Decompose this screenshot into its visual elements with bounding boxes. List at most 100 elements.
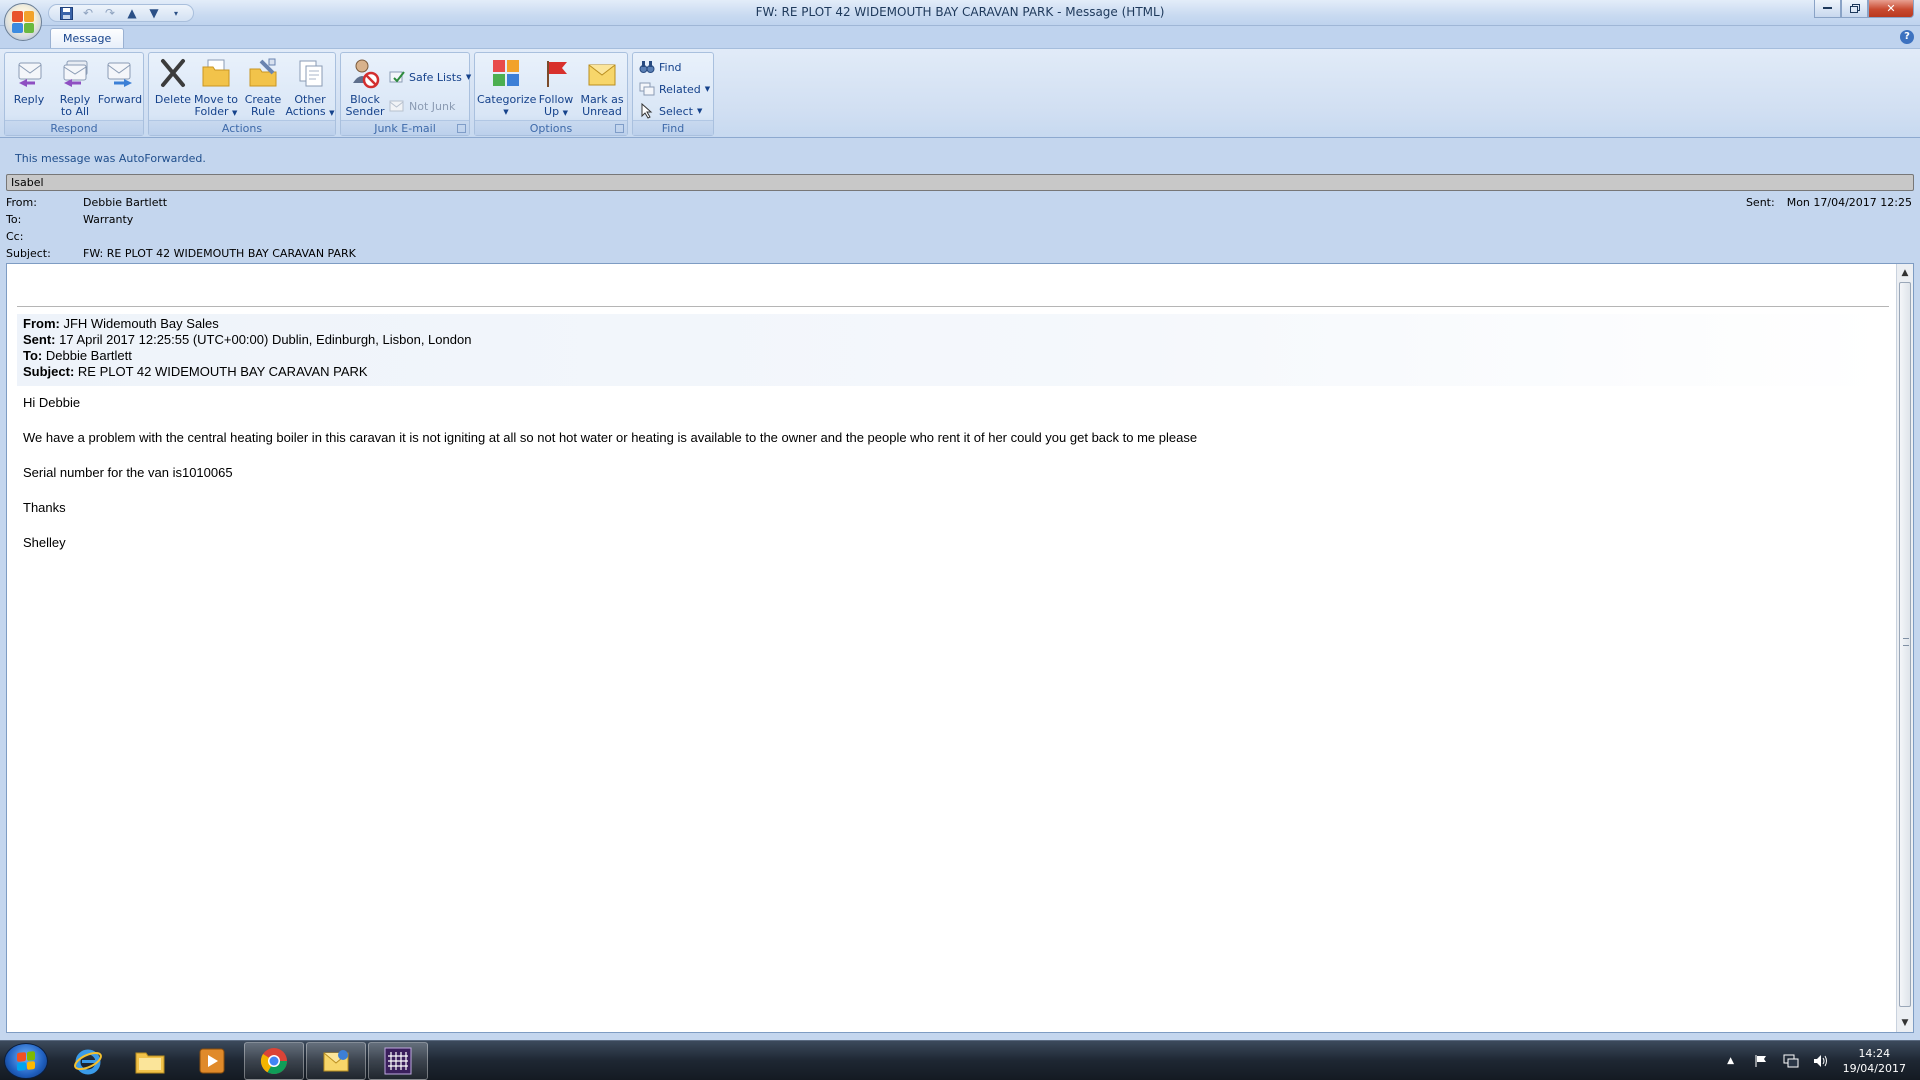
outlook-icon [323, 1050, 349, 1072]
body-paragraph: Hi Debbie [23, 395, 81, 410]
find-group: Find Related ▼ Select ▼ Find [632, 52, 714, 136]
close-button[interactable]: ✕ [1868, 0, 1914, 18]
actions-group: Delete Move to Folder ▼ Create Rule Othe… [148, 52, 336, 136]
cc-label: Cc: [6, 230, 24, 243]
respond-group: Reply Reply to All Forward Respond [4, 52, 144, 136]
junk-email-group-label: Junk E-mail [341, 120, 469, 135]
forward-button[interactable]: Forward [97, 57, 143, 106]
fwd-sent-line: Sent: 17 April 2017 12:25:55 (UTC+00:00)… [23, 332, 472, 347]
chevron-down-icon: ▼ [704, 85, 711, 93]
options-group-label: Options [475, 120, 627, 135]
info-bar[interactable]: This message was AutoForwarded. [8, 150, 1914, 168]
create-rule-icon [249, 58, 277, 87]
categorize-icon [493, 60, 519, 86]
options-group: Categorize ▼ Follow Up ▼ Mark as Unread … [474, 52, 628, 136]
junk-options-launcher-icon[interactable] [457, 124, 466, 133]
message-body-pane[interactable]: From: JFH Widemouth Bay Sales Sent: 17 A… [6, 263, 1914, 1033]
windows-logo-icon [17, 1051, 35, 1071]
to-value[interactable]: Warranty [83, 213, 133, 226]
taskbar-media-player[interactable] [182, 1042, 242, 1080]
reply-all-button[interactable]: Reply to All [53, 57, 97, 118]
from-label: From: [6, 196, 37, 209]
sent-info: Sent: Mon 17/04/2017 12:25 [1746, 196, 1912, 209]
cursor-icon [641, 103, 653, 119]
other-actions-icon [299, 60, 323, 87]
fwd-to-line: To: Debbie Bartlett [23, 348, 132, 363]
junk-email-group: Block Sender Safe Lists ▼ Not Junk Junk … [340, 52, 471, 136]
taskbar-chrome[interactable] [244, 1042, 304, 1080]
reply-all-icon [63, 60, 88, 87]
body-paragraph: Serial number for the van is1010065 [23, 465, 233, 480]
move-to-folder-button[interactable]: Move to Folder ▼ [193, 57, 239, 119]
message-body: From: JFH Widemouth Bay Sales Sent: 17 A… [17, 264, 1889, 1032]
internet-explorer-icon [74, 1049, 102, 1075]
window-controls: ✕ [1814, 0, 1914, 18]
forward-icon [107, 62, 132, 87]
volume-icon[interactable] [1813, 1053, 1829, 1069]
system-tray: ▲ 14:24 19/04/2017 [1723, 1041, 1920, 1080]
restore-icon [1849, 4, 1860, 13]
categorize-button[interactable]: Categorize ▼ [477, 57, 536, 118]
safe-lists-button[interactable]: Safe Lists ▼ [389, 69, 471, 85]
clock[interactable]: 14:24 19/04/2017 [1843, 1046, 1906, 1076]
select-button[interactable]: Select ▼ [639, 103, 702, 119]
not-junk-icon [389, 100, 404, 112]
start-button[interactable] [4, 1043, 48, 1079]
folder-move-icon [202, 59, 230, 87]
media-player-icon [199, 1048, 225, 1074]
network-icon[interactable] [1783, 1053, 1799, 1069]
restore-button[interactable] [1841, 0, 1868, 18]
taskbar-outlook[interactable] [306, 1042, 366, 1080]
block-sender-icon [353, 59, 380, 89]
subject-label: Subject: [6, 247, 51, 260]
other-actions-button[interactable]: Other Actions ▼ [285, 57, 335, 119]
body-paragraph: Shelley [23, 535, 66, 550]
ribbon-tabs: Message ? [0, 26, 1920, 48]
find-button[interactable]: Find [639, 59, 682, 75]
delete-button[interactable]: Delete [153, 57, 193, 106]
scroll-thumb[interactable] [1899, 282, 1911, 1007]
tab-message[interactable]: Message [50, 28, 125, 48]
sent-label: Sent: [1745, 196, 1775, 209]
taskbar-internet-explorer[interactable] [58, 1042, 118, 1080]
grip-icon [1903, 638, 1909, 646]
mark-unread-icon [588, 64, 616, 86]
grid-app-icon [384, 1047, 412, 1075]
options-launcher-icon[interactable] [615, 124, 624, 133]
taskbar-explorer[interactable] [120, 1042, 180, 1080]
vertical-scrollbar[interactable]: ▲ ▼ [1896, 264, 1913, 1032]
fwd-subject-line: Subject: RE PLOT 42 WIDEMOUTH BAY CARAVA… [23, 364, 368, 379]
actions-group-label: Actions [149, 120, 335, 135]
create-rule-button[interactable]: Create Rule [241, 57, 285, 118]
delete-icon [161, 59, 185, 87]
sent-value: Mon 17/04/2017 12:25 [1786, 196, 1912, 209]
office-logo-icon [12, 11, 34, 33]
related-button[interactable]: Related ▼ [639, 81, 710, 97]
from-value[interactable]: Debbie Bartlett [83, 196, 167, 209]
action-center-flag-icon[interactable] [1753, 1053, 1769, 1069]
help-icon[interactable]: ? [1900, 30, 1914, 44]
block-sender-button[interactable]: Block Sender [343, 57, 387, 118]
show-hidden-icons-icon[interactable]: ▲ [1723, 1053, 1739, 1069]
to-label: To: [6, 213, 22, 226]
scroll-down-icon[interactable]: ▼ [1897, 1015, 1913, 1031]
close-icon: ✕ [1886, 2, 1896, 15]
subject-value: FW: RE PLOT 42 WIDEMOUTH BAY CARAVAN PAR… [83, 247, 356, 260]
category-bar[interactable]: Isabel [6, 174, 1914, 191]
follow-up-button[interactable]: Follow Up ▼ [535, 57, 577, 119]
scroll-up-icon[interactable]: ▲ [1897, 265, 1913, 281]
body-paragraph: Thanks [23, 500, 66, 515]
chevron-down-icon: ▼ [329, 109, 335, 117]
office-button[interactable] [4, 3, 42, 41]
reply-icon [18, 62, 42, 87]
clock-date: 19/04/2017 [1842, 1062, 1906, 1075]
minimize-button[interactable] [1814, 0, 1841, 18]
taskbar-app[interactable] [368, 1042, 428, 1080]
window-title: FW: RE PLOT 42 WIDEMOUTH BAY CARAVAN PAR… [755, 5, 1165, 19]
safe-lists-icon [389, 71, 405, 83]
folder-icon [135, 1052, 165, 1074]
not-junk-button[interactable]: Not Junk [389, 98, 455, 114]
mark-as-unread-button[interactable]: Mark as Unread [579, 57, 625, 118]
chevron-down-icon: ▼ [503, 108, 509, 116]
reply-button[interactable]: Reply [9, 57, 49, 106]
